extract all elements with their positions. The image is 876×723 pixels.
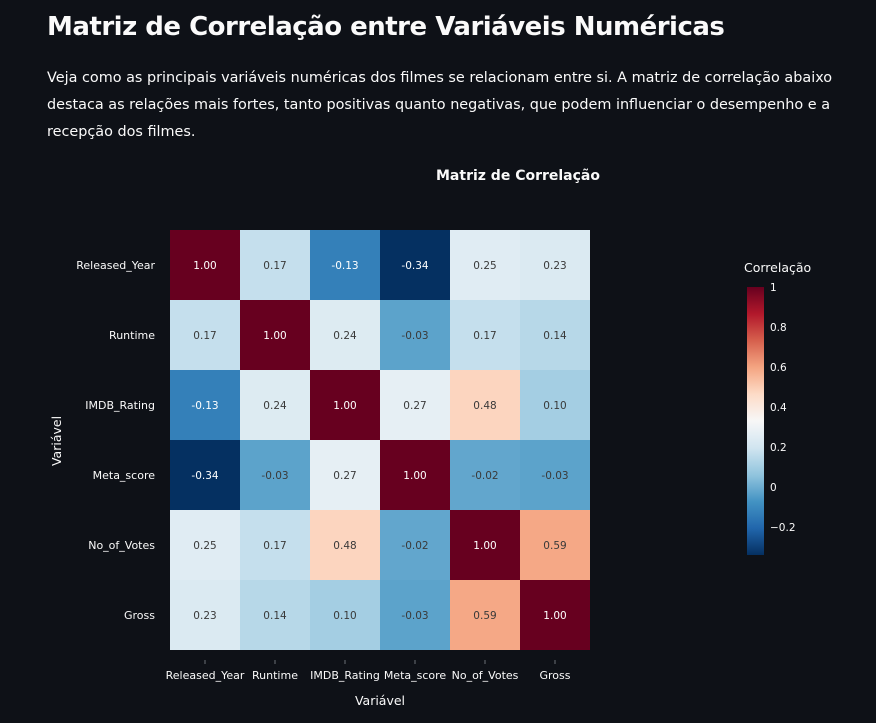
cell-value-label: 0.14 [263, 610, 287, 622]
x-tick-label: Gross [540, 669, 571, 682]
page-intro: Veja como as principais variáveis numéri… [47, 70, 833, 140]
x-tick-label: Released_Year [166, 669, 245, 682]
cell-value-label: 1.00 [543, 610, 566, 622]
colorbar-tick-label: 0.4 [770, 402, 787, 414]
y-tick-label: Gross [124, 609, 155, 622]
cell-value-label: 0.59 [473, 610, 496, 622]
cell-value-label: 0.48 [473, 400, 496, 412]
cell-value-label: 1.00 [263, 330, 286, 342]
colorbar-tick-label: 0.6 [770, 362, 787, 374]
colorbar-tick-label: 0.8 [770, 322, 787, 334]
cell-value-label: -0.34 [191, 470, 218, 482]
cell-value-label: 0.23 [193, 610, 216, 622]
y-axis-title: Variável [49, 416, 64, 466]
cell-value-label: 0.10 [333, 610, 356, 622]
y-tick-label: Meta_score [93, 469, 156, 482]
y-tick-label: Runtime [109, 329, 155, 342]
chart-title: Matriz de Correlação [436, 168, 600, 184]
cell-value-label: 0.17 [263, 540, 286, 552]
y-tick-label: Released_Year [76, 259, 155, 272]
x-axis-title: Variável [355, 693, 405, 708]
cell-value-label: -0.02 [471, 470, 498, 482]
cell-value-label: -0.03 [261, 470, 288, 482]
cell-value-label: 0.17 [193, 330, 216, 342]
cell-value-label: 0.25 [473, 260, 496, 272]
heatmap-cells [170, 230, 590, 650]
colorbar-tick-label: 0.2 [770, 442, 787, 454]
cell-value-label: -0.13 [331, 260, 358, 272]
colorbar-tick-label: −0.2 [770, 522, 796, 534]
cell-value-label: 0.10 [543, 400, 566, 412]
page: Matriz de Correlação entre Variáveis Num… [0, 0, 876, 723]
colorbar-tick-label: 1 [770, 282, 777, 294]
x-tick-labels: Released_Year Runtime IMDB_Rating Meta_scor… [166, 660, 571, 682]
y-tick-label: No_of_Votes [88, 539, 155, 552]
cell-value-label: -0.13 [191, 400, 218, 412]
x-tick-label: Meta_score [384, 669, 447, 682]
cell-value-label: -0.03 [541, 470, 568, 482]
x-tick-label: Runtime [252, 669, 298, 682]
cell-value-label: 1.00 [473, 540, 496, 552]
cell-value-label: 0.17 [263, 260, 286, 272]
cell-value-label: 1.00 [403, 470, 426, 482]
cell-value-label: 0.24 [263, 400, 287, 412]
cell-value-label: -0.03 [401, 610, 428, 622]
colorbar-ticks: 1 0.8 0.6 0.4 0.2 0 −0.2 [770, 282, 796, 534]
cell-value-label: 0.25 [193, 540, 216, 552]
cell-value-label: 0.27 [403, 400, 426, 412]
colorbar-tick-label: 0 [770, 482, 777, 494]
y-tick-labels: Released_Year Runtime IMDB_Rating Meta_scor… [76, 259, 155, 622]
cell-value-label: 0.17 [473, 330, 496, 342]
x-tick-label: IMDB_Rating [310, 669, 380, 682]
cell-value-label: 0.23 [543, 260, 566, 272]
cell-value-label: 1.00 [193, 260, 216, 272]
cell-value-label: 0.48 [333, 540, 356, 552]
colorbar-gradient [747, 287, 764, 555]
cell-value-label: 1.00 [333, 400, 356, 412]
cell-value-label: -0.03 [401, 330, 428, 342]
cell-value-label: 0.14 [543, 330, 567, 342]
page-title: Matriz de Correlação entre Variáveis Num… [47, 12, 725, 42]
colorbar-title: Correlação [744, 260, 811, 275]
cell-value-label: 0.59 [543, 540, 566, 552]
y-tick-label: IMDB_Rating [85, 399, 155, 412]
cell-value-label: 0.24 [333, 330, 357, 342]
x-tick-label: No_of_Votes [452, 669, 519, 682]
cell-value-label: -0.34 [401, 260, 428, 272]
colorbar: Correlação 1 0.8 0.6 0.4 0.2 0 −0.2 [744, 260, 811, 555]
cell-value-label: 0.27 [333, 470, 356, 482]
cell-value-label: -0.02 [401, 540, 428, 552]
correlation-heatmap-chart[interactable]: Matriz de Correlação 1.00 0.17 -0.13 -0.34 0… [0, 150, 876, 723]
